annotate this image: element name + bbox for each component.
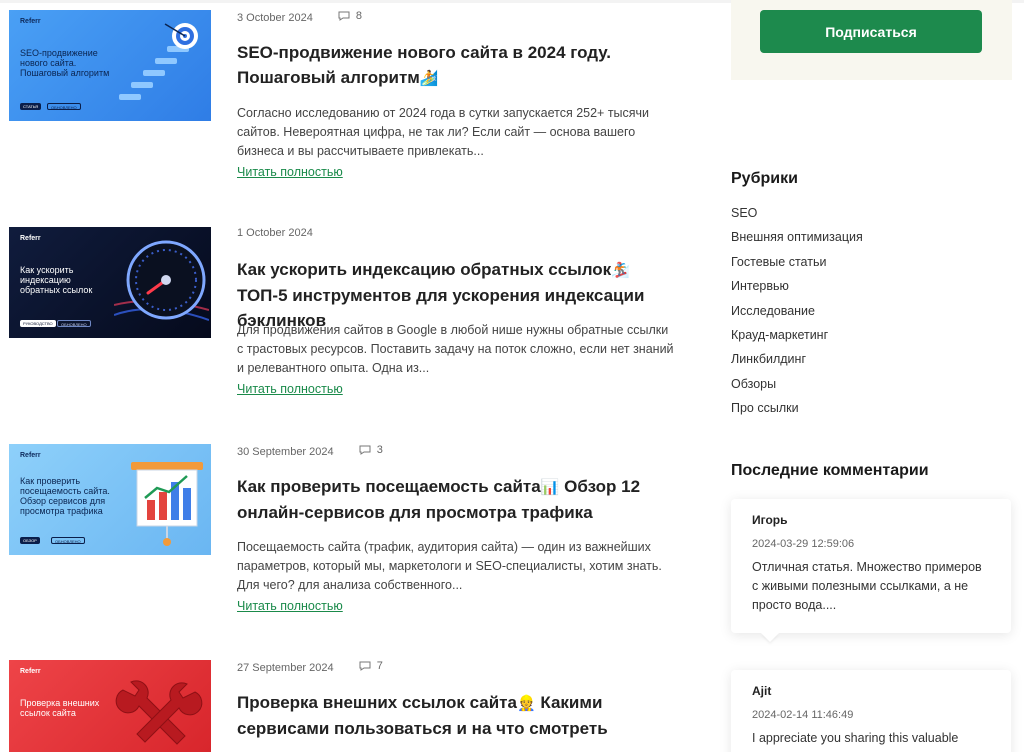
rubric-link[interactable]: Обзоры — [731, 376, 863, 400]
bar-chart-emoji-icon: 📊 — [540, 479, 560, 496]
post-meta: 30 September 2024 3 — [237, 444, 383, 458]
post-excerpt: Для продвижения сайтов в Google в любой … — [237, 323, 674, 375]
post-title-text: Как ускорить индексацию обратных ссылок — [237, 260, 612, 279]
thumb-brand: Referr — [20, 18, 41, 25]
comment-bubble-icon — [338, 11, 350, 21]
post-title-text: Как проверить посещаемость сайта — [237, 477, 541, 496]
subscribe-widget: Подписаться — [731, 0, 1012, 80]
thumb-tag: ОБНОВЛЕНО — [47, 103, 81, 110]
comment-tail — [761, 633, 779, 642]
thumb-headline: SEO-продвижение нового сайта. Пошаговый … — [20, 48, 110, 78]
comment-date: 2024-02-14 11:46:49 — [752, 709, 854, 721]
thumb-tag: СТАТЬЯ — [20, 103, 42, 110]
wrenches-icon — [115, 680, 203, 745]
comment-bubble-icon — [359, 445, 371, 455]
worker-emoji-icon: 👷 — [516, 695, 536, 712]
target-stairs-icon — [119, 23, 198, 100]
read-more-link[interactable]: Читать полностью — [237, 165, 343, 179]
post-excerpt: Посещаемость сайта (трафик, аудитория са… — [237, 540, 662, 592]
post-excerpt: Согласно исследованию от 2024 года в сут… — [237, 106, 650, 158]
comment-bubble-icon — [359, 661, 371, 671]
thumb-headline: Как ускорить индексацию обратных ссылок — [20, 265, 93, 295]
comment-author: Ajit — [752, 684, 772, 698]
post-title[interactable]: SEO-продвижение нового сайта в 2024 году… — [237, 40, 677, 91]
thumb-headline: Как проверить посещаемость сайта. Обзор … — [20, 476, 110, 516]
rubric-link[interactable]: Интервью — [731, 278, 863, 302]
speedometer-icon — [114, 240, 209, 321]
rubric-link[interactable]: Линкбилдинг — [731, 351, 863, 375]
rubrics-heading: Рубрики — [731, 170, 798, 187]
post-thumbnail[interactable]: Referr Проверка внешних ссылок сайта — [9, 660, 211, 752]
post-meta: 3 October 2024 8 — [237, 10, 362, 24]
thumb-brand: Referr — [20, 452, 41, 459]
read-more-link[interactable]: Читать полностью — [237, 599, 343, 613]
thumb-tag: РУКОВОДСТВО — [20, 320, 56, 327]
rubric-link[interactable]: Крауд-маркетинг — [731, 327, 863, 351]
comment-text: I appreciate you sharing this valuable — [752, 731, 959, 745]
thumb-brand: Referr — [20, 668, 41, 675]
comment-count[interactable]: 7 — [359, 660, 383, 672]
post-title-text: Проверка внешних ссылок сайта — [237, 693, 517, 712]
comment-card[interactable]: Игорь 2024-03-29 12:59:06 Отличная стать… — [731, 499, 1011, 642]
thumb-tag: ОБНОВЛЕНО — [51, 537, 85, 544]
comment-author: Игорь — [752, 513, 788, 527]
surfer-emoji-icon: 🏄 — [419, 70, 439, 87]
thumb-tag: ОБЗОР — [20, 537, 40, 544]
post-thumbnail[interactable]: Referr SEO-продвижение нового сайта. Пош… — [9, 10, 211, 121]
post-thumbnail[interactable]: Referr Как ускорить индексацию обратных … — [9, 227, 211, 338]
comment-count[interactable]: 8 — [338, 10, 362, 22]
thumb-tag: ОБНОВЛЕНО — [57, 320, 91, 327]
recent-comments-heading: Последние комментарии — [731, 462, 929, 479]
rubrics-list: SEO Внешняя оптимизация Гостевые статьи … — [731, 205, 863, 425]
comment-date: 2024-03-29 12:59:06 — [752, 538, 855, 550]
post-meta: 27 September 2024 7 — [237, 660, 383, 674]
rubric-link[interactable]: Внешняя оптимизация — [731, 229, 863, 253]
comment-card[interactable]: Ajit 2024-02-14 11:46:49 I appreciate yo… — [731, 670, 1011, 752]
comment-count-value: 8 — [355, 10, 363, 22]
subscribe-button[interactable]: Подписаться — [760, 10, 982, 53]
post-meta: 1 October 2024 — [237, 227, 313, 239]
rubric-link[interactable]: SEO — [731, 205, 863, 229]
thumb-brand: Referr — [20, 235, 41, 242]
comment-count-value: 3 — [376, 444, 383, 456]
post-date: 1 October 2024 — [237, 227, 313, 239]
snowboarder-emoji-icon: 🏂 — [611, 262, 630, 279]
post-date: 30 September 2024 — [237, 446, 334, 458]
post-date: 27 September 2024 — [237, 662, 334, 674]
rubric-link[interactable]: Про ссылки — [731, 400, 863, 424]
read-more-link[interactable]: Читать полностью — [237, 382, 343, 396]
comment-count[interactable]: 3 — [359, 444, 383, 456]
chart-board-icon — [131, 462, 203, 546]
post-title[interactable]: Как проверить посещаемость сайта📊 Обзор … — [237, 474, 677, 525]
comment-count-value: 7 — [376, 660, 383, 672]
rubric-link[interactable]: Исследование — [731, 303, 863, 327]
post-date: 3 October 2024 — [237, 12, 313, 24]
comment-text: Отличная статья. Множество примеров с жи… — [752, 560, 982, 612]
rubric-link[interactable]: Гостевые статьи — [731, 254, 863, 278]
thumb-headline: Проверка внешних ссылок сайта — [20, 698, 100, 718]
post-title[interactable]: Проверка внешних ссылок сайта👷 Какими се… — [237, 690, 677, 741]
post-thumbnail[interactable]: Referr Как проверить посещаемость сайта.… — [9, 444, 211, 555]
